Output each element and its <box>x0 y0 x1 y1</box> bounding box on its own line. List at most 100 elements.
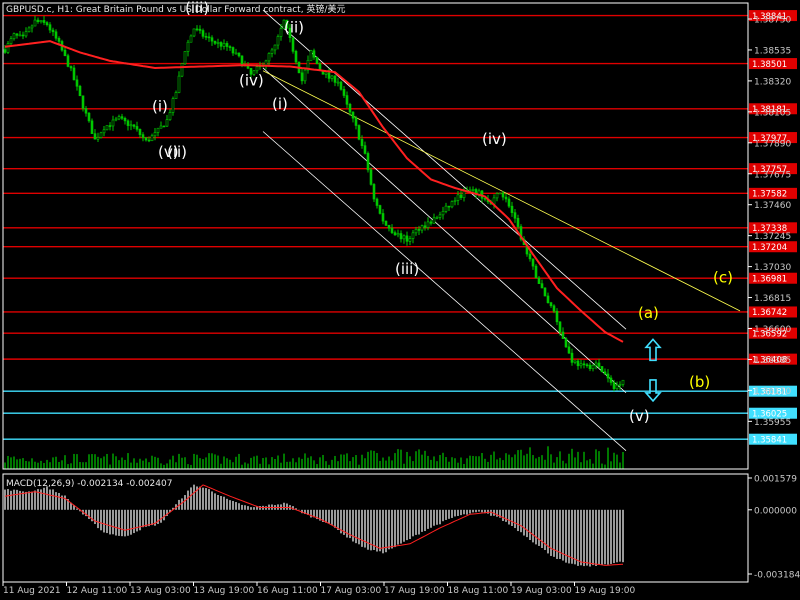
candle-body <box>21 34 25 37</box>
candle-body <box>309 50 313 61</box>
candle-body <box>468 189 472 192</box>
candle-body <box>456 194 460 201</box>
time-tick-label-5: 17 Aug 03:00 <box>321 586 382 596</box>
candle-body <box>228 46 232 48</box>
candle-body <box>171 98 175 113</box>
wave-label-3: (i) <box>272 95 288 113</box>
candle-body <box>180 63 184 77</box>
candle-body <box>81 95 85 109</box>
price-candles <box>3 15 625 392</box>
candle-body <box>576 360 580 367</box>
trading-chart[interactable]: 1.388411.385011.381811.379771.377571.375… <box>0 0 800 600</box>
candle-body <box>174 92 178 99</box>
candle-body <box>39 20 43 23</box>
candle-body <box>9 38 13 44</box>
horizontal-levels: 1.388411.385011.381811.379771.377571.375… <box>3 10 797 445</box>
candle-body <box>93 133 97 140</box>
time-tick-label-2: 13 Aug 03:00 <box>130 586 191 596</box>
macd-tick-label-2: -0.003184 <box>754 571 800 581</box>
volume-bars <box>4 446 624 469</box>
price-tick-label-3: 1.38105 <box>754 108 791 118</box>
level-tag-text-9: 1.36742 <box>752 308 787 318</box>
candle-body <box>381 213 385 222</box>
candle-body <box>360 138 364 146</box>
candle-body <box>159 125 163 129</box>
channel-line-1 <box>262 67 627 394</box>
candle-body <box>234 52 238 55</box>
time-tick-label-1: 12 Aug 11:00 <box>67 586 128 596</box>
candle-body <box>453 200 457 202</box>
candle-body <box>594 362 598 366</box>
candle-body <box>420 225 424 231</box>
candle-body <box>240 55 244 66</box>
candle-body <box>399 233 403 240</box>
price-tick-label-6: 1.37460 <box>754 201 791 211</box>
candle-body <box>291 37 295 52</box>
candle-body <box>303 69 307 82</box>
candle-body <box>141 134 145 138</box>
candle-body <box>33 19 37 27</box>
candle-body <box>162 125 166 128</box>
candle-body <box>600 366 604 373</box>
candle-body <box>609 377 613 383</box>
candle-body <box>504 196 508 200</box>
candle-body <box>339 81 343 90</box>
candle-body <box>387 224 391 229</box>
candle-body <box>570 352 574 363</box>
candle-body <box>123 118 127 122</box>
candle-body <box>342 89 346 96</box>
macd-panel-border <box>2 473 749 583</box>
candle-body <box>591 364 595 370</box>
wave-label-11: (b) <box>689 373 710 391</box>
candle-body <box>84 108 88 114</box>
candle-body <box>531 258 535 267</box>
time-tick-label-9: 19 Aug 19:00 <box>575 586 636 596</box>
candle-body <box>231 47 235 54</box>
candle-body <box>333 75 337 83</box>
candle-body <box>336 81 340 84</box>
price-tick-label-1: 1.38535 <box>754 46 791 56</box>
candle-body <box>198 28 202 31</box>
candle-body <box>135 126 139 130</box>
candle-body <box>612 382 616 389</box>
candle-body <box>414 229 418 234</box>
candle-body <box>495 193 499 199</box>
candle-body <box>435 217 439 219</box>
candle-body <box>99 132 103 138</box>
channel-line-2 <box>262 131 627 451</box>
candle-body <box>150 135 154 142</box>
candle-body <box>126 120 130 126</box>
candle-body <box>96 137 100 140</box>
price-tick-label-4: 1.37890 <box>754 139 791 149</box>
arrow-down-icon <box>644 379 662 403</box>
candle-body <box>537 277 541 284</box>
candle-body <box>315 56 319 65</box>
candle-body <box>168 112 172 120</box>
candle-body <box>402 235 406 240</box>
candle-body <box>186 41 190 52</box>
candle-body <box>51 29 55 33</box>
moving-average <box>4 40 624 343</box>
candle-body <box>429 221 433 224</box>
time-tick-label-7: 18 Aug 11:00 <box>448 586 509 596</box>
candle-body <box>192 28 196 37</box>
candle-body <box>300 72 304 82</box>
candle-body <box>189 35 193 43</box>
wave-label-2: (iv) <box>239 72 264 90</box>
candle-body <box>132 124 136 127</box>
candle-body <box>30 25 34 29</box>
candle-body <box>270 49 274 54</box>
candle-body <box>417 229 421 231</box>
price-axis: 1.38750 1.38535 1.38320 1.38105 1.37890 1.376… <box>748 16 800 581</box>
wave-label-8: (iv) <box>482 130 507 148</box>
candle-body <box>3 49 7 53</box>
candle-body <box>357 125 361 140</box>
time-tick-label-0: 11 Aug 2021 <box>3 586 61 596</box>
wave-label-6: (ii) <box>167 143 187 161</box>
channel-line-3 <box>262 70 741 312</box>
candle-body <box>366 153 370 171</box>
candle-body <box>408 238 412 242</box>
candle-body <box>543 287 547 297</box>
candle-body <box>621 379 625 385</box>
time-tick-label-6: 17 Aug 19:00 <box>384 586 445 596</box>
